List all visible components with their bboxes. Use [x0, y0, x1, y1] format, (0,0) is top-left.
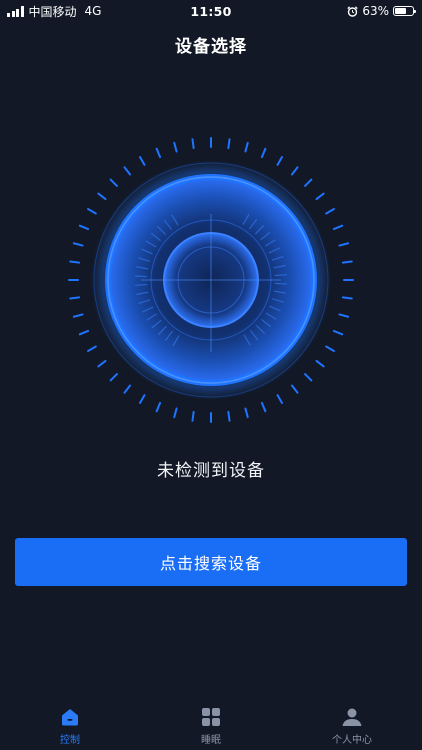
tab-label: 睡眠 [201, 735, 221, 746]
radar-tick [109, 373, 118, 382]
radar-tick [173, 407, 178, 419]
search-device-button[interactable]: 点击搜索设备 [15, 538, 407, 586]
battery-cap [414, 9, 416, 13]
tab-label: 控制 [60, 735, 80, 746]
radar-arc-tick [274, 274, 287, 277]
radar-tick [260, 401, 267, 413]
radar-tick [260, 147, 267, 159]
battery-fill [395, 8, 406, 14]
radar-tick [123, 166, 132, 176]
radar-tick [341, 296, 353, 300]
radar-tick [276, 156, 283, 166]
radar-tick [338, 313, 350, 318]
status-right: 63% [347, 4, 416, 18]
tab-label: 个人中心 [332, 735, 372, 746]
radar-tick [244, 141, 249, 153]
radar-tick [78, 329, 90, 336]
radar-tick [155, 401, 162, 413]
tab-profile[interactable]: 个人中心 [282, 700, 422, 750]
radar-tick [97, 192, 107, 201]
radar-tick [87, 208, 97, 215]
radar-tick [290, 166, 299, 176]
radar-tick [290, 384, 299, 394]
radar-arc-tick [274, 282, 287, 285]
radar-tick [332, 224, 344, 231]
radar-tick [139, 394, 146, 404]
status-bar: 中国移动 4G 11:50 63% [0, 0, 422, 22]
radar-tick [72, 242, 84, 247]
radar-tick [109, 178, 118, 187]
radar-tick [304, 373, 313, 382]
tab-sleep[interactable]: 睡眠 [141, 700, 281, 750]
radar-tick [155, 147, 162, 159]
radar-tick [78, 224, 90, 231]
battery-icon [393, 6, 416, 16]
battery-percent: 63% [362, 4, 389, 18]
radar-tick [338, 242, 350, 247]
bottom-tab-bar: 控制 睡眠 个人中心 [0, 700, 422, 750]
radar-tick [227, 138, 231, 150]
radar-tick [304, 178, 313, 187]
radar-tick [191, 138, 195, 150]
radar-tick [315, 359, 325, 368]
radar-tick [191, 410, 195, 422]
radar-tick [87, 345, 97, 352]
radar-tick [139, 156, 146, 166]
radar-tick [315, 192, 325, 201]
radar-scan-icon [68, 137, 354, 423]
home-icon [62, 709, 78, 726]
alarm-clock-icon [347, 5, 359, 17]
user-icon [342, 708, 362, 726]
radar-tick [69, 296, 81, 300]
radar-tick [72, 313, 84, 318]
radar-tick [123, 384, 132, 394]
radar-tick [69, 260, 81, 264]
radar-arc-tick [135, 283, 148, 286]
tab-control[interactable]: 控制 [0, 700, 140, 750]
grid-icon [202, 708, 220, 726]
radar-tick [244, 407, 249, 419]
radar-tick [325, 345, 335, 352]
radar-tick [341, 260, 353, 264]
radar-tick [173, 141, 178, 153]
page-title: 设备选择 [175, 37, 247, 57]
radar-tick [97, 359, 107, 368]
no-device-status: 未检测到设备 [157, 461, 265, 481]
radar-tick [227, 410, 231, 422]
radar-tick [276, 394, 283, 404]
radar-tick [325, 208, 335, 215]
radar-tick [332, 329, 344, 336]
radar-arc-tick [135, 275, 148, 278]
